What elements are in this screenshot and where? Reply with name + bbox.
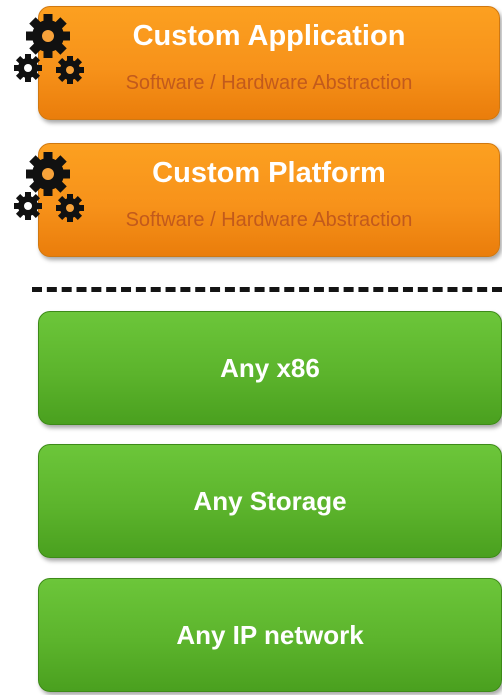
any-x86-box: Any x86 <box>38 311 502 425</box>
large-gear <box>26 14 70 58</box>
custom-application-title: Custom Application <box>132 20 406 52</box>
layer-diagram: Custom Application Software / Hardware A… <box>0 0 502 695</box>
custom-application-subtitle: Software / Hardware Abstraction <box>125 72 413 94</box>
any-ip-network-label: Any IP network <box>176 619 364 650</box>
any-storage-label: Any Storage <box>193 485 347 516</box>
any-storage-box: Any Storage <box>38 444 502 558</box>
small-gear-right <box>56 56 84 84</box>
small-gear-right <box>56 194 84 222</box>
layer-divider <box>32 287 502 292</box>
gears-icon <box>8 148 94 234</box>
small-gear-left <box>14 54 42 82</box>
custom-platform-subtitle: Software / Hardware Abstraction <box>125 209 413 231</box>
any-ip-network-box: Any IP network <box>38 578 502 692</box>
custom-application-box: Custom Application Software / Hardware A… <box>38 6 500 120</box>
small-gear-left <box>14 192 42 220</box>
gears-icon <box>8 10 94 96</box>
any-x86-label: Any x86 <box>220 352 320 383</box>
custom-platform-title: Custom Platform <box>152 157 386 189</box>
large-gear <box>26 152 70 196</box>
custom-platform-box: Custom Platform Software / Hardware Abst… <box>38 143 500 257</box>
